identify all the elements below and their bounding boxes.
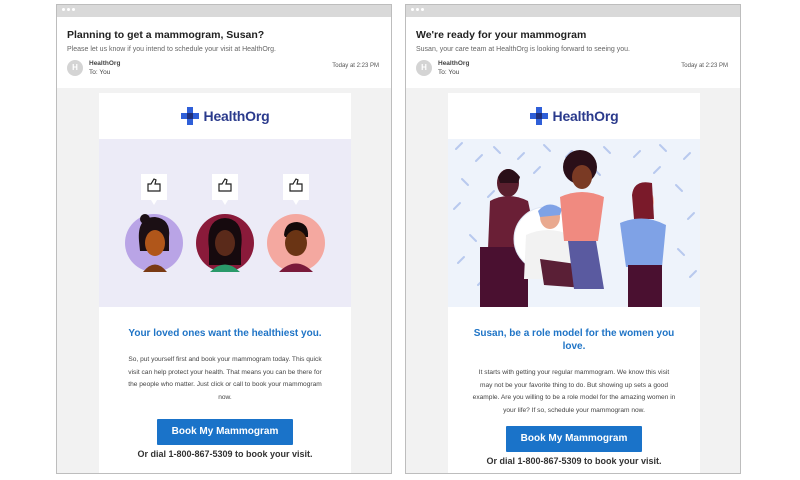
face-avatar-2 [196,214,254,272]
mail-header: We're ready for your mammogram Susan, yo… [406,17,740,88]
window-dot[interactable] [416,8,419,11]
email-headline: Your loved ones want the healthiest you. [128,328,322,339]
window-dot[interactable] [411,8,414,11]
sender-name[interactable]: HealthOrg [438,60,469,68]
hero-illustration-faces [99,139,351,307]
window-titlebar [406,5,740,17]
sender-avatar: H [416,60,432,76]
window-dot[interactable] [421,8,424,11]
email-date: Today at 2:23 PM [681,63,728,69]
hero-illustration-group [448,139,700,307]
healthorg-logo-icon [180,107,199,125]
window-titlebar [57,5,391,17]
sender-avatar: H [67,60,83,76]
recipient-label: To: You [438,69,460,76]
faces-illustration [125,174,325,272]
email-body: HealthOrg [448,93,700,473]
email-body-text: So, put yourself first and book your mam… [128,356,322,402]
email-subject: We're ready for your mammogram [416,29,587,41]
dial-text: Or dial 1-800-867-5309 to book your visi… [486,455,662,466]
thumbs-up-icon [283,174,309,205]
woman-figure-4 [620,182,666,307]
dial-text: Or dial 1-800-867-5309 to book your visi… [137,448,313,459]
email-date: Today at 2:23 PM [332,63,379,69]
email-headline: Susan, be a role model for the women you… [473,328,675,352]
email-preview: Please let us know if you intend to sche… [67,46,276,53]
book-mammogram-button[interactable]: Book My Mammogram [157,418,293,445]
healthorg-logo-icon [529,107,548,125]
recipient-label: To: You [89,69,111,76]
brand-header: HealthOrg [448,93,700,139]
email-preview: Susan, your care team at HealthOrg is lo… [416,46,630,53]
sender-name[interactable]: HealthOrg [89,60,120,68]
face-avatar-1 [125,214,183,272]
group-of-women-illustration [453,142,697,307]
email-body: HealthOrg [99,93,351,473]
email-subject: Planning to get a mammogram, Susan? [67,29,265,41]
email-window-right: We're ready for your mammogram Susan, yo… [405,4,741,474]
email-window-left: Planning to get a mammogram, Susan? Plea… [56,4,392,474]
window-dot[interactable] [72,8,75,11]
thumbs-up-icon [141,174,167,205]
email-body-text: It starts with getting your regular mamm… [472,369,676,415]
thumbs-up-icon [212,174,238,205]
window-dot[interactable] [62,8,65,11]
mail-header: Planning to get a mammogram, Susan? Plea… [57,17,391,88]
brand-name: HealthOrg [203,108,270,124]
brand-name: HealthOrg [552,108,619,124]
window-dot[interactable] [67,8,70,11]
window-dots [62,8,75,11]
book-mammogram-button[interactable]: Book My Mammogram [506,425,642,452]
brand-header: HealthOrg [99,93,351,139]
window-dots [411,8,424,11]
face-avatar-3 [267,214,325,272]
